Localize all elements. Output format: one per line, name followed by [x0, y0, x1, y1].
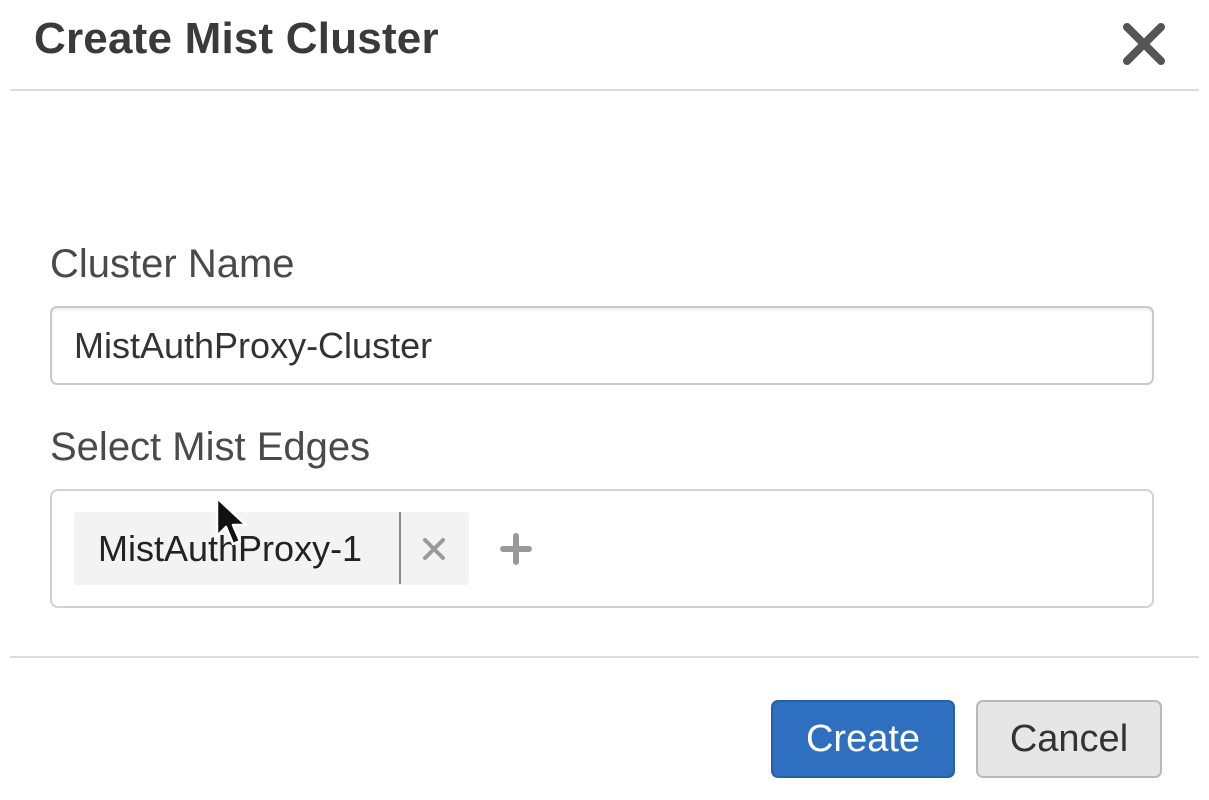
create-cluster-dialog: Create Mist Cluster Cluster Name Select … — [0, 0, 1209, 800]
remove-edge-button[interactable] — [419, 534, 449, 564]
dialog-header: Create Mist Cluster — [0, 0, 1209, 90]
cluster-name-label: Cluster Name — [50, 242, 295, 286]
mist-edges-label: Select Mist Edges — [50, 425, 371, 469]
close-icon — [1123, 23, 1165, 65]
tag-separator — [399, 512, 401, 584]
cancel-button[interactable]: Cancel — [976, 700, 1162, 778]
cluster-name-input[interactable] — [50, 306, 1154, 385]
dialog-title: Create Mist Cluster — [34, 14, 439, 63]
footer-divider — [10, 656, 1199, 658]
add-edge-button[interactable] — [500, 533, 532, 565]
close-button[interactable] — [1118, 18, 1170, 70]
create-button[interactable]: Create — [771, 700, 955, 778]
plus-icon — [500, 533, 532, 565]
selected-edge-label: MistAuthProxy-1 — [98, 528, 363, 569]
selected-edge-tag: MistAuthProxy-1 — [74, 512, 469, 585]
close-icon — [423, 538, 445, 560]
header-divider — [10, 89, 1199, 91]
mist-edges-selector[interactable]: MistAuthProxy-1 — [50, 489, 1154, 608]
